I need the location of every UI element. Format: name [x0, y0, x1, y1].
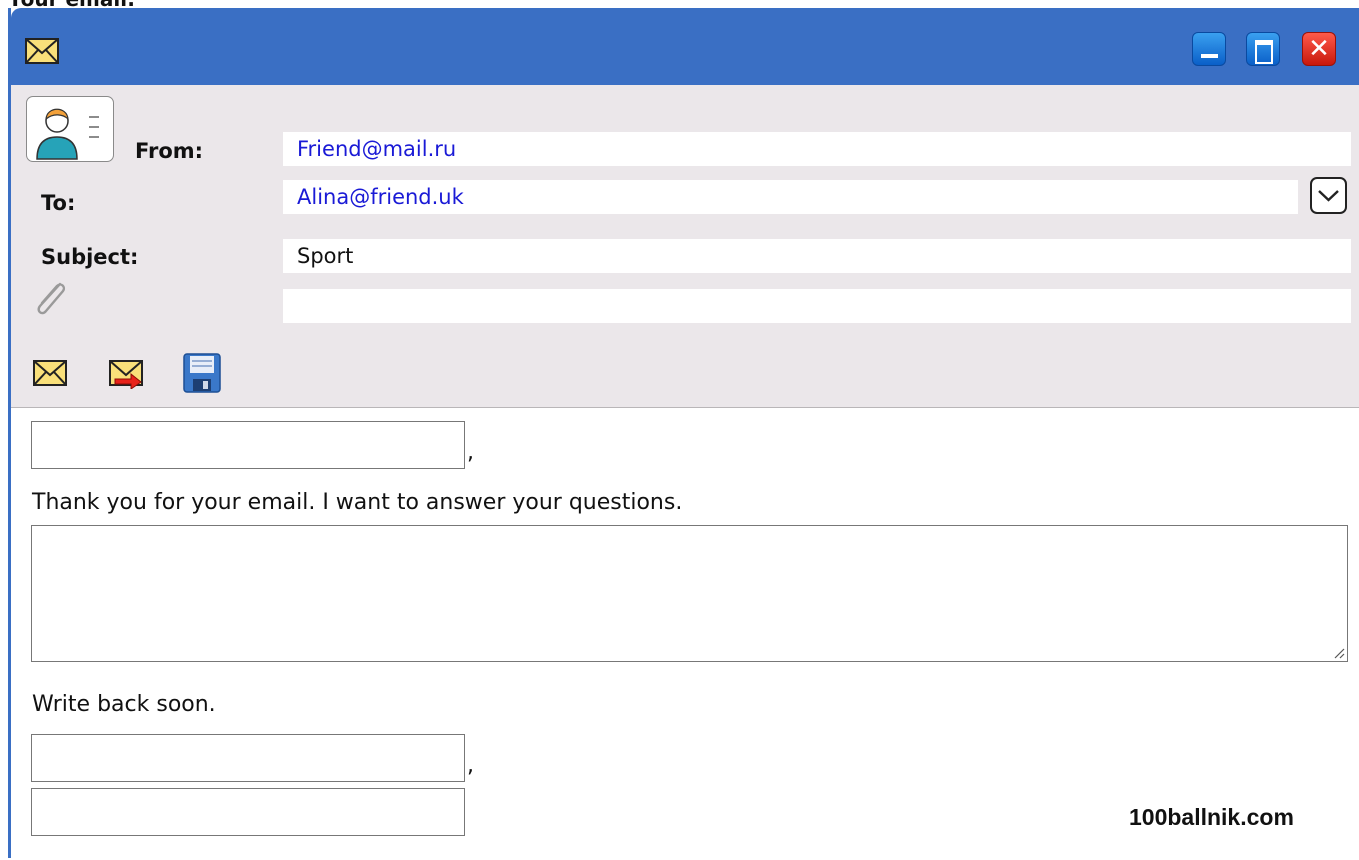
to-dropdown-button[interactable]: [1310, 177, 1347, 214]
minimize-button[interactable]: [1192, 32, 1226, 66]
close-button[interactable]: ✕: [1302, 32, 1336, 66]
address-book-button[interactable]: [26, 96, 114, 162]
paperclip-icon: [37, 282, 66, 315]
resize-grip-icon[interactable]: [1333, 647, 1345, 659]
floppy-save-icon[interactable]: [183, 353, 221, 393]
closing-text: Write back soon.: [32, 692, 216, 717]
greeting-comma: ,: [467, 440, 474, 465]
contact-card-icon: [36, 108, 99, 160]
chevron-down-icon: [1318, 190, 1339, 202]
signature-input[interactable]: [31, 788, 465, 836]
message-header: From: Friend@mail.ru To: Alina@friend.uk…: [11, 85, 1359, 408]
message-body: , Thank you for your email. I want to an…: [11, 408, 1359, 860]
subject-label: Subject:: [41, 245, 139, 269]
title-bar: ✕: [11, 8, 1359, 85]
to-field[interactable]: Alina@friend.uk: [283, 180, 1298, 214]
attachment-field[interactable]: [283, 289, 1351, 323]
signoff-input[interactable]: [31, 734, 465, 782]
from-field[interactable]: Friend@mail.ru: [283, 132, 1351, 166]
envelope-reply-icon[interactable]: [107, 359, 147, 389]
intro-text: Thank you for your email. I want to answ…: [32, 490, 683, 515]
from-label: From:: [135, 139, 204, 163]
envelope-icon: [25, 38, 59, 64]
answer-textarea[interactable]: [31, 525, 1348, 662]
to-label: To:: [41, 191, 76, 215]
email-window: ✕ From: Friend@mail.ru To: Alina@friend.…: [8, 8, 1359, 860]
maximize-button[interactable]: [1246, 32, 1280, 66]
close-icon: ✕: [1308, 34, 1330, 64]
greeting-input[interactable]: [31, 421, 465, 469]
subject-field[interactable]: Sport: [283, 239, 1351, 273]
watermark-text: 100ballnik.com: [1129, 804, 1294, 830]
signoff-comma: ,: [467, 753, 474, 778]
envelope-send-icon[interactable]: [33, 360, 67, 386]
